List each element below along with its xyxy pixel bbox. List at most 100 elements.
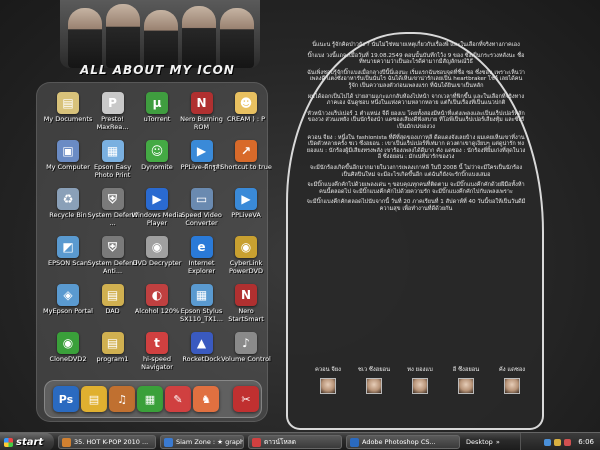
clonedvd-icon: ◉ [57,332,79,354]
taskbar-button[interactable]: ดาวน์โหลด [248,435,342,449]
desktop-icon[interactable]: ▶ PPLiveVA [220,188,272,242]
photo-person [182,6,216,68]
member-name: ทง ยองแบ [407,367,433,373]
member-row: ควอน จียง ชเว ซึงฮยอน ทง ยองแบ อี ซึงฮยอน คั… [300,364,540,414]
video-converter-icon: ▭ [190,188,213,210]
member-name: อี ซึงฮยอน [452,367,480,373]
bubble-paragraph: ผมได้ออกเป็นไปได้ บ่ายสามแกะแกกลับห้องไป… [307,93,525,107]
bubble-paragraph: ฉันเพิ่งชอบรู้จักบิ๊กแบงเมื่อกลางปีนี้นี… [307,69,525,89]
bubble-paragraph: ควอน จียง : หนึ่งใน fashionista ที่ดีที่… [306,134,526,161]
desktop-toolbar[interactable]: Desktop » [466,435,518,449]
rocketdock-bar: Ps ▤ ♫ ▦ ✎ ♞ ✂ [44,380,262,418]
app-icon [252,437,261,447]
taskbar: start 35. HOT K-POP 2010 ... Siam Zone : … [0,432,600,450]
folder-program-icon: ▤ [101,332,124,354]
member-photo [458,378,474,394]
desktop-icon-label: CyberLink PowerDVD [229,260,263,275]
desktop-icon-label: CREAM ) : P [226,116,266,123]
volume-icon: ♪ [235,332,257,354]
recycle-bin-icon: ♻ [57,188,79,210]
member-card: ควอน จียง [306,364,350,394]
app-icon [350,437,359,447]
folder-documents-icon: ▤ [57,92,79,114]
folder-dad-icon: ▤ [101,284,124,306]
start-button[interactable]: start [0,433,54,450]
true-navigator-icon: t [146,332,168,354]
bubble-paragraph: จะมีบิ๊กแบงคึกคักตลอดไปนับจากนี้ วันที่ … [306,199,526,212]
taskbar-button-label: 35. HOT K-POP 2010 ... [74,438,149,446]
member-photo [366,378,382,394]
chart-icon[interactable]: ▦ [137,386,163,412]
epson-photo-icon: ▦ [101,140,124,162]
desktop-icon[interactable]: ◉ CyberLink PowerDVD [220,236,272,290]
bubble-paragraph: นี่แนะน รู้จักคิดป่าวยัง ? นั่นไม่ใช่หมา… [312,42,520,48]
desktop-icon-label: Nero StartSmart [228,308,264,323]
dynomite-icon: ☺ [146,140,168,162]
desktop-toolbar-label: Desktop [466,438,493,446]
rocketdock-icon: ▲ [190,332,213,354]
member-card: อี ซึงฮยอน [444,364,488,394]
pplive-icon: ▶ [190,140,213,162]
desktop: ALL ABOUT MY ICON ▤ My Documents P Presto! … [0,0,600,432]
epson-scan-icon: ◩ [57,236,79,258]
member-card: ทง ยองแบ [398,364,442,394]
member-name: ควอน จียง [314,367,342,373]
taskbar-button[interactable]: Siam Zone : ★ graphi... [160,435,244,449]
member-photo [320,378,336,394]
headphones-icon[interactable]: ♫ [109,386,135,412]
bear-icon: ☻ [235,92,257,114]
app-icon [164,437,173,447]
desktop-icon[interactable]: N Nero StartSmart [220,284,272,338]
app-icon [62,437,71,447]
nero-startsmart-icon: N [235,284,257,306]
photo-person [68,8,102,68]
paint-icon[interactable]: ✎ [165,386,191,412]
epson-portal-icon: ◈ [57,284,79,306]
member-card: ชเว ซึงฮยอน [352,364,396,394]
taskbar-button[interactable]: 35. HOT K-POP 2010 ... [58,435,156,449]
true-shortcut-icon: ↗ [235,140,257,162]
epson-stylus-icon: ▦ [190,284,213,306]
windows-logo-icon [4,437,13,447]
powerdvd-icon: ◉ [235,236,257,258]
pplive-va-icon: ▶ [235,188,257,210]
desktop-icon[interactable]: ↗ Shortcut to true [220,140,272,194]
bubble-text: นี่แนะน รู้จักคิดป่าวยัง ? นั่นไม่ใช่หมา… [306,42,526,216]
header-photo [60,0,260,68]
member-photo [504,378,520,394]
taskbar-button[interactable]: Adobe Photoshop CS... [346,435,460,449]
member-name: คัง แดซอง [498,367,526,373]
taskbar-button-label: ดาวน์โหลด [264,438,296,446]
folder-icon[interactable]: ▤ [81,386,107,412]
system-defend-icon: ⛨ [101,188,124,210]
bubble-paragraph: จะมีบิ๊กแบงคึกคักไปด้วยเพลงเด่น ๆ ขอบคุณ… [307,182,525,195]
desktop-icon[interactable]: ☻ CREAM ) : P [220,92,272,146]
photoshop-icon[interactable]: Ps [53,386,79,412]
bubble-paragraph: บิ๊กแบง วงนี้แถจะเมื่อวันที่ 19.08.2549 … [307,52,525,66]
system-defend-anti-icon: ⛨ [101,236,124,258]
alcohol-icon: ◐ [146,284,168,306]
member-name: ชเว ซึงฮยอน [357,367,391,373]
internet-explorer-icon: e [190,236,213,258]
media-player-icon: ▶ [146,188,168,210]
bubble-paragraph: จะมีนักร้องเกิดขึ้นอีกมากมายในวงการเพลงเ… [309,164,523,178]
desktop-icon[interactable]: ♪ Volume Control [220,332,272,386]
photo-person [144,10,178,68]
clock: 6:06 [578,438,594,446]
taskbar-button-label: Siam Zone : ★ graphi... [176,438,244,446]
utorrent-icon: µ [146,92,168,114]
computer-icon: ▣ [57,140,79,162]
bubble-paragraph: หัวหน้าวงแร็ปเปอร์ 1 ตำแหน่ง จีดี ยองเบ … [307,110,525,130]
network-icon[interactable] [544,438,552,446]
security-icon[interactable] [564,438,572,446]
desktop-icon-label: Shortcut to true [220,164,272,171]
volume-tray-icon[interactable] [554,438,562,446]
photo-person [220,8,254,68]
desktop-icon-label: Volume Control [221,356,271,363]
start-label: start [16,436,44,448]
member-card: คัง แดซอง [490,364,534,394]
tools-icon[interactable]: ✂ [233,386,259,412]
game-icon[interactable]: ♞ [193,386,219,412]
system-tray: 6:06 [520,433,600,450]
nero-icon: N [190,92,213,114]
